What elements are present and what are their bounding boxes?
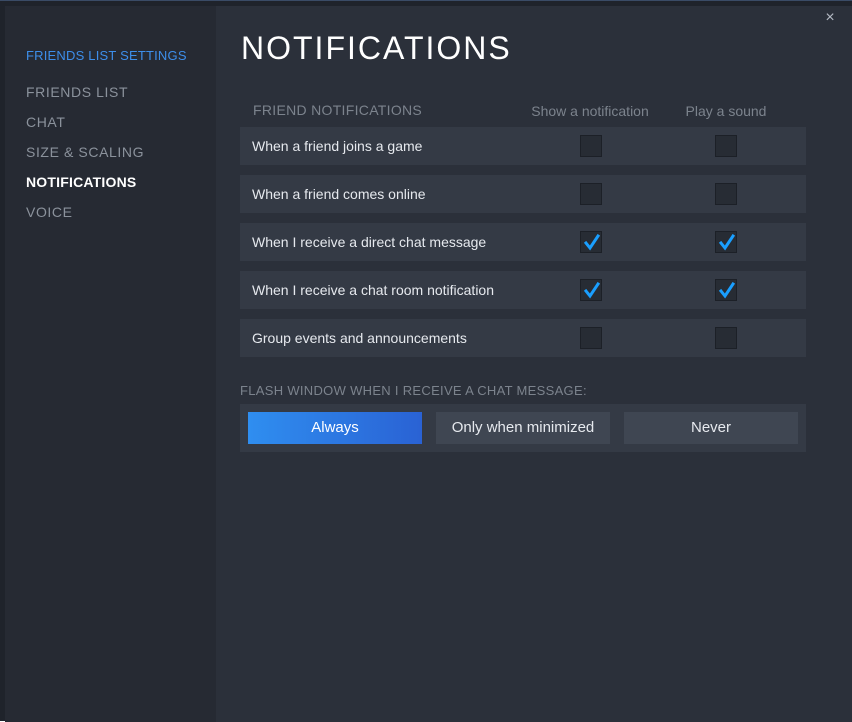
flash-option-always-button[interactable]: Always xyxy=(248,412,422,444)
row-label: When a friend joins a game xyxy=(252,138,423,154)
notification-row-group-events: Group events and announcements xyxy=(240,319,806,357)
notification-row-chat-room: When I receive a chat room notification xyxy=(240,271,806,309)
notification-row-direct-chat: When I receive a direct chat message xyxy=(240,223,806,261)
column-header-play-sound: Play a sound xyxy=(685,103,767,119)
friend-notifications-label: FRIEND NOTIFICATIONS xyxy=(253,102,423,118)
sidebar: FRIENDS LIST SETTINGS FRIENDS LIST CHAT … xyxy=(5,6,216,722)
flash-option-minimized-button[interactable]: Only when minimized xyxy=(436,412,610,444)
sidebar-heading: FRIENDS LIST SETTINGS xyxy=(26,48,187,63)
row-label: When I receive a chat room notification xyxy=(252,282,495,298)
sidebar-item-friends-list[interactable]: FRIENDS LIST xyxy=(26,84,128,100)
sidebar-item-voice[interactable]: VOICE xyxy=(26,204,73,220)
show-notification-checkbox[interactable] xyxy=(580,231,602,253)
column-header-show-notification: Show a notification xyxy=(531,103,649,119)
show-notification-checkbox[interactable] xyxy=(580,183,602,205)
checkmark-icon xyxy=(583,234,601,251)
row-label: When I receive a direct chat message xyxy=(252,234,487,250)
row-label: When a friend comes online xyxy=(252,186,426,202)
close-icon[interactable]: × xyxy=(822,10,838,26)
flash-window-label: FLASH WINDOW WHEN I RECEIVE A CHAT MESSA… xyxy=(240,383,587,398)
notification-row-friend-joins-game: When a friend joins a game xyxy=(240,127,806,165)
page-title: NOTIFICATIONS xyxy=(241,30,512,66)
sidebar-item-size-scaling[interactable]: SIZE & SCALING xyxy=(26,144,144,160)
settings-window: FRIENDS LIST SETTINGS FRIENDS LIST CHAT … xyxy=(0,0,852,722)
play-sound-checkbox[interactable] xyxy=(715,279,737,301)
show-notification-checkbox[interactable] xyxy=(580,135,602,157)
show-notification-checkbox[interactable] xyxy=(580,279,602,301)
checkmark-icon xyxy=(718,234,736,251)
sidebar-item-notifications[interactable]: NOTIFICATIONS xyxy=(26,174,136,190)
main-panel: × NOTIFICATIONS FRIEND NOTIFICATIONS Sho… xyxy=(216,6,852,722)
play-sound-checkbox[interactable] xyxy=(715,327,737,349)
sidebar-item-chat[interactable]: CHAT xyxy=(26,114,65,130)
row-label: Group events and announcements xyxy=(252,330,467,346)
play-sound-checkbox[interactable] xyxy=(715,231,737,253)
flash-window-options: Always Only when minimized Never xyxy=(240,404,806,452)
checkmark-icon xyxy=(718,282,736,299)
flash-option-never-button[interactable]: Never xyxy=(624,412,798,444)
play-sound-checkbox[interactable] xyxy=(715,135,737,157)
checkmark-icon xyxy=(583,282,601,299)
show-notification-checkbox[interactable] xyxy=(580,327,602,349)
play-sound-checkbox[interactable] xyxy=(715,183,737,205)
notification-row-friend-online: When a friend comes online xyxy=(240,175,806,213)
